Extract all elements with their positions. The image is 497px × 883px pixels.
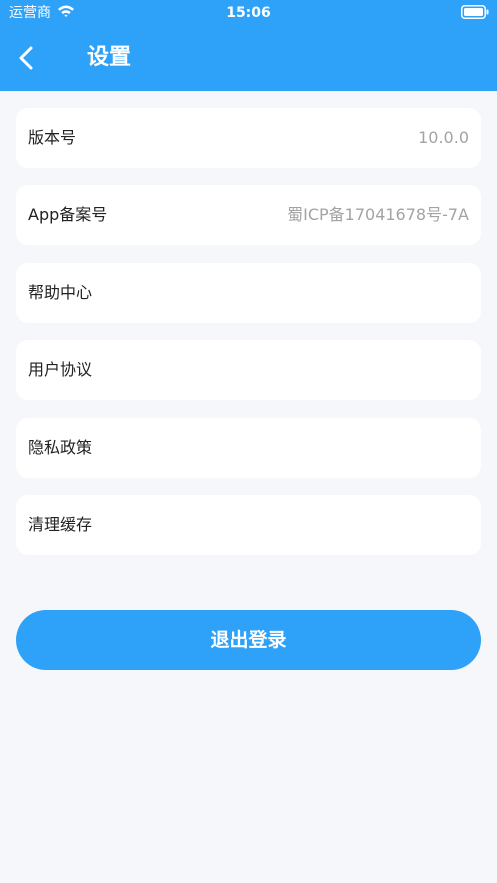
settings-item-label: 隐私政策	[28, 437, 93, 457]
settings-item-label: 清理缓存	[28, 514, 93, 534]
battery-icon	[461, 5, 489, 19]
settings-item-label: 用户协议	[28, 360, 93, 380]
icp-record-value: 蜀ICP备17041678号-7A	[287, 205, 469, 225]
settings-item-user-agreement[interactable]: 用户协议	[16, 340, 481, 401]
settings-item-label: 帮助中心	[28, 282, 93, 302]
page-title: 设置	[87, 45, 132, 70]
header-bar: 运营商 15:06 设置	[0, 0, 497, 91]
version-value: 10.0.0	[418, 128, 469, 147]
logout-button[interactable]: 退出登录	[16, 610, 481, 670]
settings-list: 版本号 10.0.0 App备案号 蜀ICP备17041678号-7A 帮助中心…	[16, 108, 481, 572]
settings-item-version[interactable]: 版本号 10.0.0	[16, 108, 481, 168]
settings-item-label: App备案号	[28, 205, 108, 225]
status-time: 15:06	[226, 5, 271, 21]
chevron-left-icon[interactable]	[14, 44, 40, 72]
settings-item-privacy-policy[interactable]: 隐私政策	[16, 417, 481, 478]
settings-item-icp-record[interactable]: App备案号 蜀ICP备17041678号-7A	[16, 185, 481, 246]
status-bar: 运营商 15:06	[0, 0, 497, 26]
settings-item-label: 版本号	[28, 128, 77, 147]
logout-button-label: 退出登录	[210, 629, 287, 651]
settings-item-clear-cache[interactable]: 清理缓存	[16, 494, 481, 555]
settings-item-help-center[interactable]: 帮助中心	[16, 262, 481, 323]
